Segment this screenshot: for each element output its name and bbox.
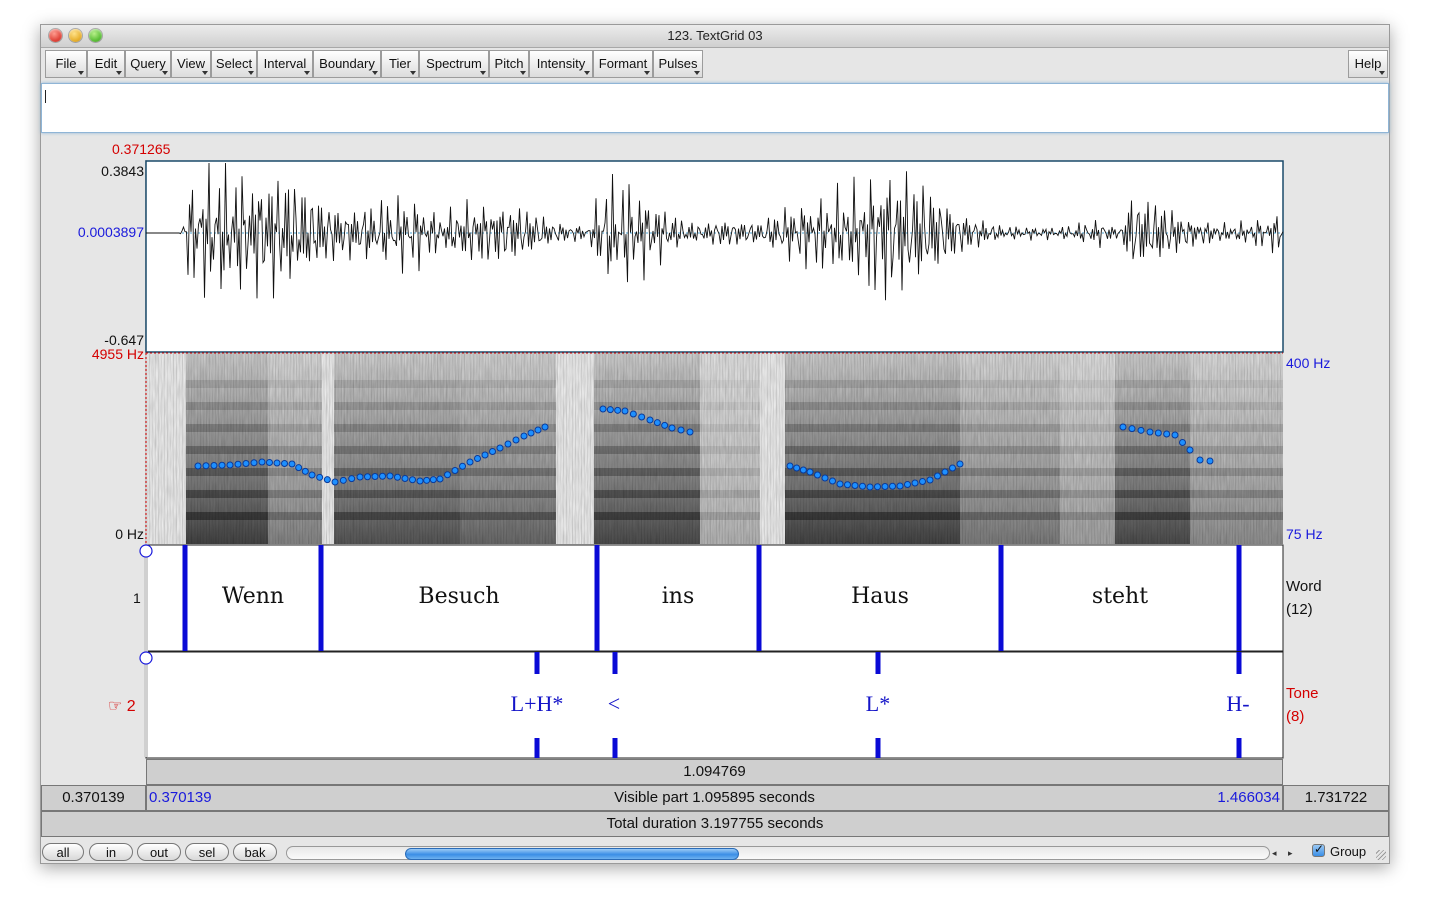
checkmark-icon: ✓ xyxy=(1314,842,1325,856)
scrollbar-thumb[interactable] xyxy=(405,848,739,860)
point-lh-star[interactable]: L+H* xyxy=(497,691,577,717)
left-outside-bar[interactable]: 0.370139 xyxy=(41,785,146,811)
tier-1-handle xyxy=(139,544,153,558)
zoom-sel-button[interactable]: sel xyxy=(185,843,229,861)
right-outside-bar[interactable]: 1.731722 xyxy=(1283,785,1389,811)
visible-end-time: 1.466034 xyxy=(1217,789,1280,806)
tier-1-name: Word xyxy=(1286,578,1322,595)
total-duration-label: Total duration 3.197755 seconds xyxy=(606,815,824,832)
tier-1-number: 1 xyxy=(133,590,141,606)
interval-wenn[interactable]: Wenn xyxy=(186,584,320,609)
scroll-right-icon[interactable]: ▸ xyxy=(1288,848,1293,859)
resize-grip-icon[interactable] xyxy=(1376,850,1386,860)
group-checkbox[interactable]: ✓ xyxy=(1312,842,1325,857)
visible-start-time: 0.370139 xyxy=(149,789,212,806)
zoom-back-button[interactable]: bak xyxy=(233,843,277,861)
zoom-all-button[interactable]: all xyxy=(42,843,84,861)
zoom-out-button[interactable]: out xyxy=(137,843,181,861)
group-label: Group xyxy=(1330,844,1367,859)
tier-2-number: ☞ 2 xyxy=(108,698,136,715)
point-less-than[interactable]: < xyxy=(594,691,634,717)
point-l-star[interactable]: L* xyxy=(848,691,908,717)
tier-2-area xyxy=(145,651,1284,759)
right-outside-time: 1.731722 xyxy=(1304,789,1368,806)
tier-1-count: (12) xyxy=(1286,601,1313,618)
total-duration-bar[interactable]: Total duration 3.197755 seconds xyxy=(41,811,1389,837)
horizontal-scrollbar[interactable] xyxy=(286,846,1270,860)
selection-duration: 1.094769 xyxy=(683,763,746,780)
visible-part-label: Visible part 1.095895 seconds xyxy=(614,789,815,806)
selection-duration-bar[interactable]: 1.094769 xyxy=(146,759,1283,785)
tier-2-name: Tone xyxy=(1286,685,1319,702)
tier-2-count: (8) xyxy=(1286,708,1305,725)
interval-steht[interactable]: steht xyxy=(1002,584,1238,609)
visible-part-bar[interactable]: 0.370139 Visible part 1.095895 seconds 1… xyxy=(146,785,1283,811)
interval-besuch[interactable]: Besuch xyxy=(322,584,596,609)
point-h-minus[interactable]: H- xyxy=(1208,691,1268,717)
interval-haus[interactable]: Haus xyxy=(760,584,1000,609)
interval-ins[interactable]: ins xyxy=(598,584,758,609)
tier-2-handle xyxy=(139,651,153,665)
zoom-in-button[interactable]: in xyxy=(89,843,133,861)
left-outside-time: 0.370139 xyxy=(62,789,125,806)
scroll-left-icon[interactable]: ◂ xyxy=(1272,848,1277,859)
